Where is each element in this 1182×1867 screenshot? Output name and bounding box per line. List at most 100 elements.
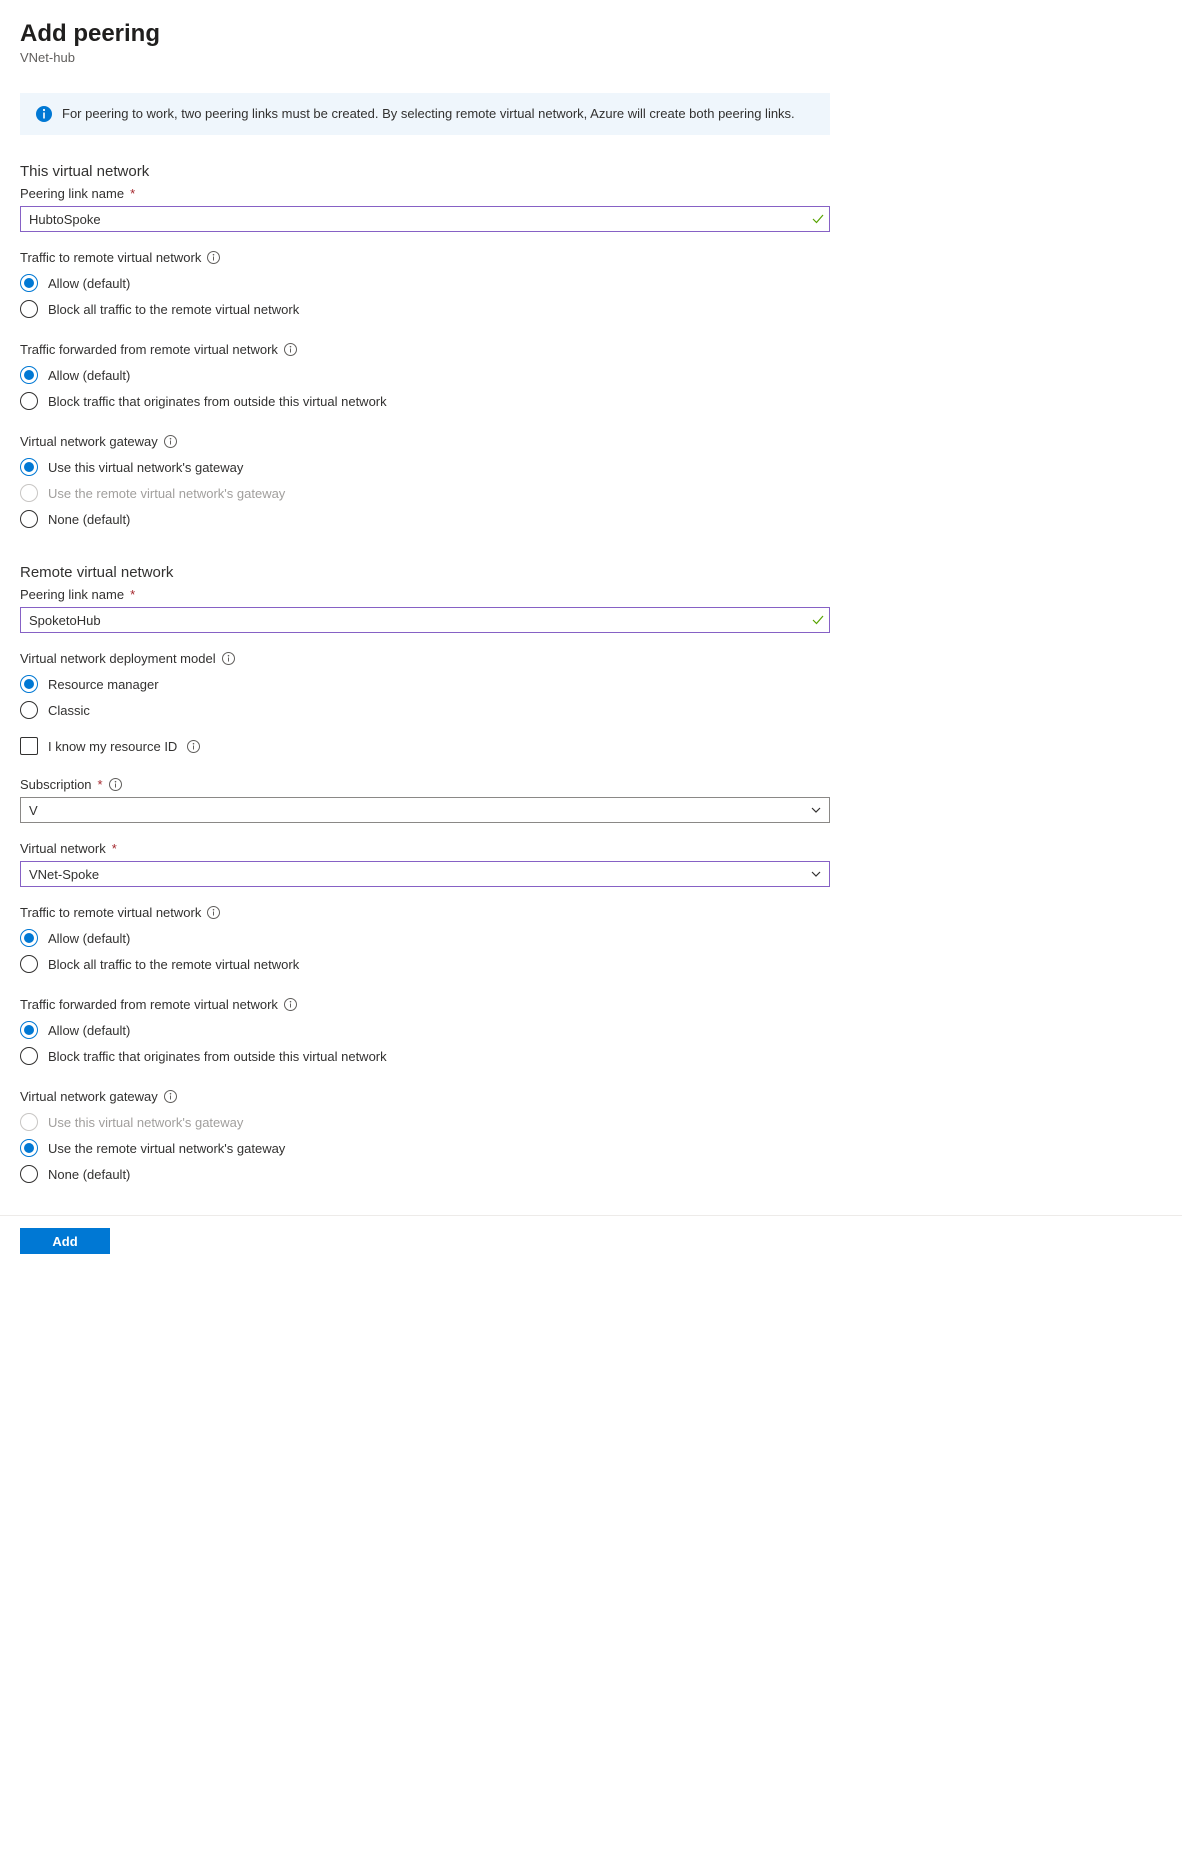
radio-label: Block all traffic to the remote virtual … — [48, 302, 299, 317]
local-traffic-forwarded-label: Traffic forwarded from remote virtual ne… — [20, 342, 830, 357]
label-text: Virtual network gateway — [20, 434, 158, 449]
vnet-select[interactable]: VNet-Spoke — [20, 861, 830, 887]
local-traffic-to-remote-allow[interactable]: Allow (default) — [20, 270, 830, 296]
radio-icon — [20, 701, 38, 719]
subscription-select[interactable]: V — [20, 797, 830, 823]
label-text: Peering link name — [20, 587, 124, 602]
remote-traffic-forwarded-block[interactable]: Block traffic that originates from outsi… — [20, 1043, 830, 1069]
remote-gateway-label: Virtual network gateway — [20, 1089, 830, 1104]
radio-label: Allow (default) — [48, 1023, 130, 1038]
radio-label: Use this virtual network's gateway — [48, 460, 243, 475]
radio-icon — [20, 1165, 38, 1183]
chevron-down-icon — [810, 868, 822, 880]
select-value: VNet-Spoke — [29, 867, 99, 882]
radio-label: Use this virtual network's gateway — [48, 1115, 243, 1130]
remote-section-title: Remote virtual network — [20, 564, 830, 581]
label-text: Traffic to remote virtual network — [20, 905, 201, 920]
radio-icon — [20, 1021, 38, 1039]
required-asterisk: * — [112, 841, 117, 856]
info-icon[interactable] — [164, 1090, 177, 1103]
radio-icon — [20, 1047, 38, 1065]
local-traffic-forwarded-group: Allow (default) Block traffic that origi… — [20, 362, 830, 414]
local-peering-link-input[interactable] — [20, 206, 830, 232]
info-icon[interactable] — [207, 906, 220, 919]
deployment-model-rm[interactable]: Resource manager — [20, 671, 830, 697]
local-traffic-to-remote-block[interactable]: Block all traffic to the remote virtual … — [20, 296, 830, 322]
radio-icon — [20, 1113, 38, 1131]
radio-icon — [20, 366, 38, 384]
radio-icon — [20, 484, 38, 502]
remote-peering-link-input[interactable] — [20, 607, 830, 633]
radio-icon — [20, 1139, 38, 1157]
info-banner-text: For peering to work, two peering links m… — [62, 105, 795, 123]
info-banner: For peering to work, two peering links m… — [20, 93, 830, 135]
local-gateway-remote: Use the remote virtual network's gateway — [20, 480, 830, 506]
deployment-model-group: Resource manager Classic — [20, 671, 830, 723]
radio-label: Allow (default) — [48, 368, 130, 383]
radio-icon — [20, 392, 38, 410]
radio-label: Classic — [48, 703, 90, 718]
info-icon[interactable] — [284, 343, 297, 356]
remote-gateway-none[interactable]: None (default) — [20, 1161, 830, 1187]
local-traffic-forwarded-block[interactable]: Block traffic that originates from outsi… — [20, 388, 830, 414]
label-text: Traffic forwarded from remote virtual ne… — [20, 342, 278, 357]
radio-label: Block traffic that originates from outsi… — [48, 394, 387, 409]
validation-check-icon — [812, 213, 824, 225]
radio-icon — [20, 274, 38, 292]
remote-peering-link-label: Peering link name * — [20, 587, 830, 602]
info-icon[interactable] — [164, 435, 177, 448]
local-gateway-label: Virtual network gateway — [20, 434, 830, 449]
chevron-down-icon — [810, 804, 822, 816]
info-icon[interactable] — [109, 778, 122, 791]
add-button[interactable]: Add — [20, 1228, 110, 1254]
info-icon[interactable] — [207, 251, 220, 264]
radio-label: Use the remote virtual network's gateway — [48, 486, 285, 501]
required-asterisk: * — [130, 587, 135, 602]
remote-traffic-forwarded-group: Allow (default) Block traffic that origi… — [20, 1017, 830, 1069]
remote-traffic-to-remote-block[interactable]: Block all traffic to the remote virtual … — [20, 951, 830, 977]
required-asterisk: * — [130, 186, 135, 201]
local-gateway-this[interactable]: Use this virtual network's gateway — [20, 454, 830, 480]
label-text: Virtual network — [20, 841, 106, 856]
remote-traffic-to-remote-allow[interactable]: Allow (default) — [20, 925, 830, 951]
select-value: V — [29, 803, 38, 818]
local-peering-link-label: Peering link name * — [20, 186, 830, 201]
deployment-model-label: Virtual network deployment model — [20, 651, 830, 666]
label-text: Traffic to remote virtual network — [20, 250, 201, 265]
local-gateway-none[interactable]: None (default) — [20, 506, 830, 532]
radio-label: Resource manager — [48, 677, 159, 692]
radio-label: Block traffic that originates from outsi… — [48, 1049, 387, 1064]
remote-traffic-to-remote-group: Allow (default) Block all traffic to the… — [20, 925, 830, 977]
radio-label: Block all traffic to the remote virtual … — [48, 957, 299, 972]
radio-icon — [20, 675, 38, 693]
remote-traffic-forwarded-label: Traffic forwarded from remote virtual ne… — [20, 997, 830, 1012]
remote-gateway-group: Use this virtual network's gateway Use t… — [20, 1109, 830, 1187]
subscription-label: Subscription * — [20, 777, 830, 792]
radio-label: Allow (default) — [48, 276, 130, 291]
radio-label: None (default) — [48, 512, 130, 527]
label-text: Virtual network deployment model — [20, 651, 216, 666]
local-traffic-forwarded-allow[interactable]: Allow (default) — [20, 362, 830, 388]
info-icon[interactable] — [187, 740, 200, 753]
remote-gateway-this: Use this virtual network's gateway — [20, 1109, 830, 1135]
label-text: Traffic forwarded from remote virtual ne… — [20, 997, 278, 1012]
know-resource-id-checkbox[interactable]: I know my resource ID — [20, 733, 830, 759]
radio-icon — [20, 510, 38, 528]
local-traffic-to-remote-label: Traffic to remote virtual network — [20, 250, 830, 265]
vnet-label: Virtual network * — [20, 841, 830, 856]
info-icon[interactable] — [284, 998, 297, 1011]
checkbox-icon — [20, 737, 38, 755]
radio-icon — [20, 955, 38, 973]
remote-traffic-forwarded-allow[interactable]: Allow (default) — [20, 1017, 830, 1043]
checkbox-label: I know my resource ID — [48, 739, 177, 754]
label-text: Subscription — [20, 777, 92, 792]
label-text: Virtual network gateway — [20, 1089, 158, 1104]
radio-icon — [20, 300, 38, 318]
required-asterisk: * — [98, 777, 103, 792]
remote-gateway-remote[interactable]: Use the remote virtual network's gateway — [20, 1135, 830, 1161]
radio-label: None (default) — [48, 1167, 130, 1182]
deployment-model-classic[interactable]: Classic — [20, 697, 830, 723]
page-title: Add peering — [20, 20, 830, 48]
info-icon[interactable] — [222, 652, 235, 665]
local-section-title: This virtual network — [20, 163, 830, 180]
